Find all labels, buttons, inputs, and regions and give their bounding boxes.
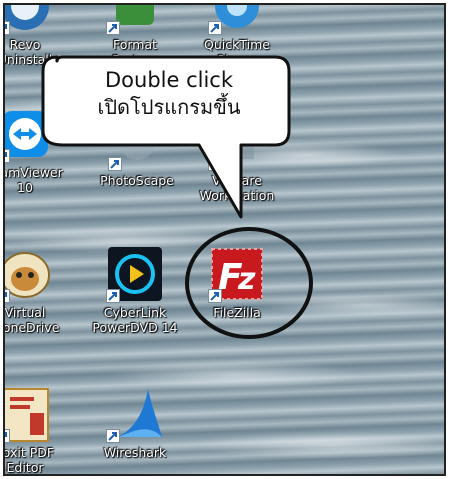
screenshot-frame: Revo Uninstall Format Factory QuickTime …	[3, 3, 446, 476]
callout-line2: เปิดโปรแกรมขึ้น	[97, 95, 241, 119]
callout-line1: Double click	[104, 68, 233, 92]
highlight-ring	[185, 227, 313, 339]
callout-text: Double click เปิดโปรแกรมขึ้น	[45, 67, 293, 121]
